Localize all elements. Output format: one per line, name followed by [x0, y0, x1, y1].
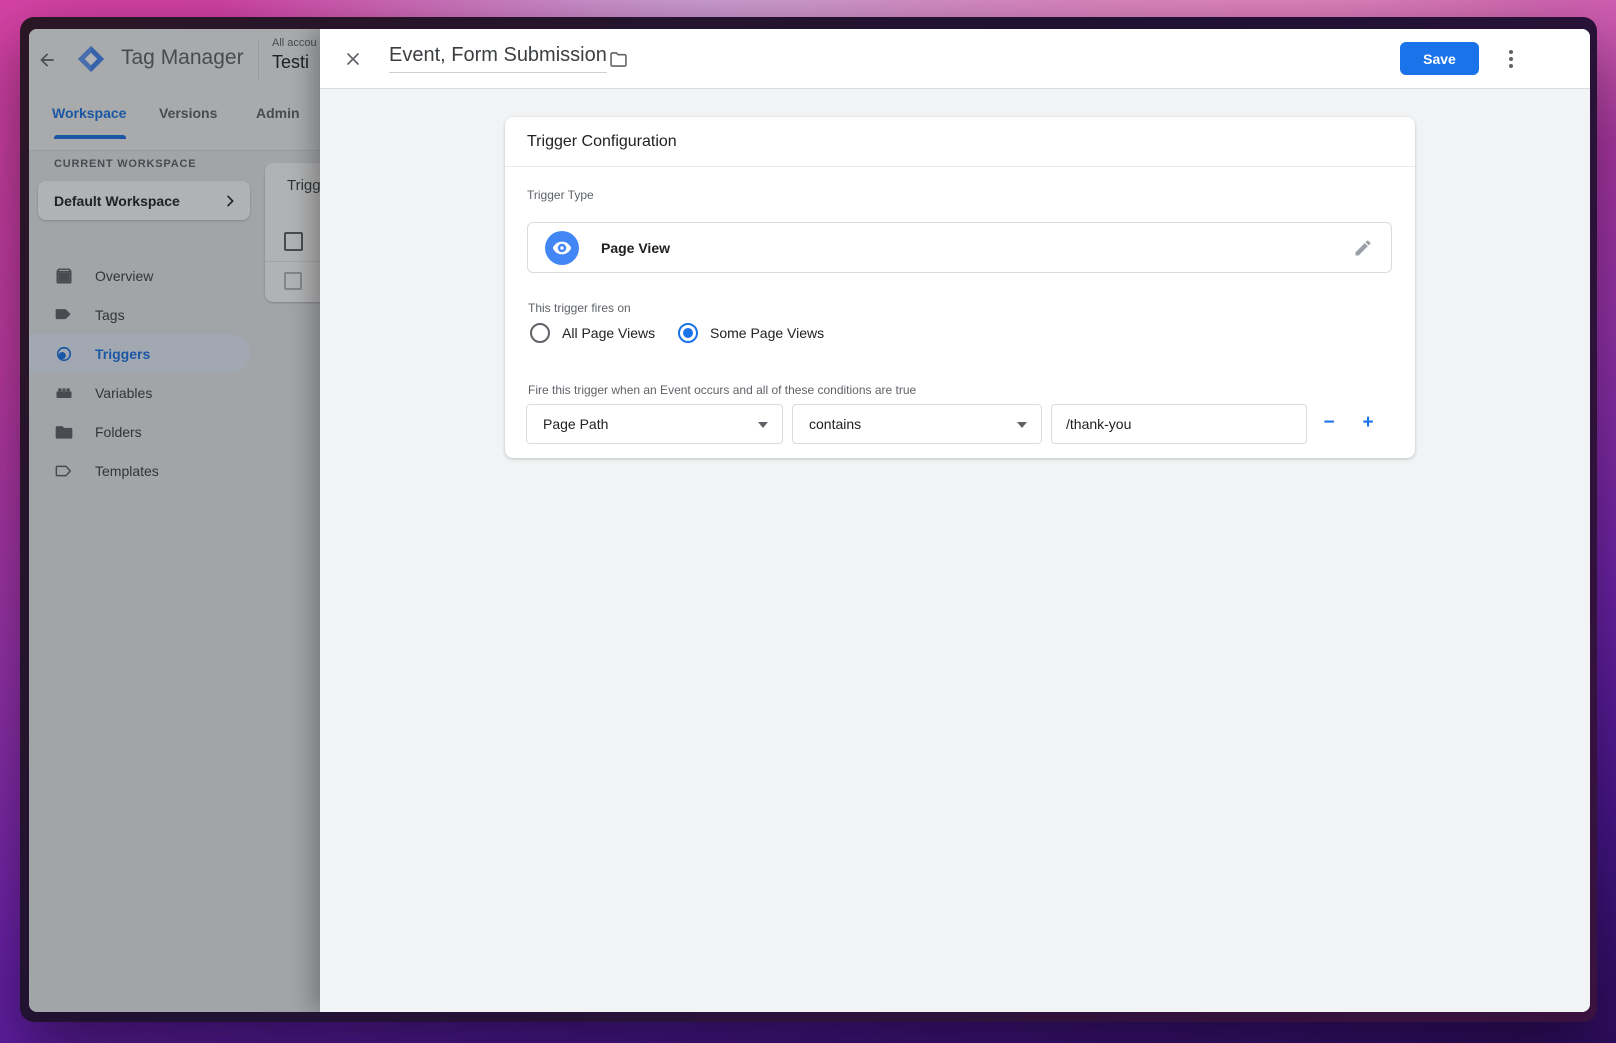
condition-operator-select[interactable]: contains	[792, 404, 1042, 444]
remove-condition-button[interactable]: −	[1317, 404, 1341, 444]
edit-pencil-icon[interactable]	[1353, 238, 1373, 258]
save-button[interactable]: Save	[1400, 42, 1479, 75]
radio-all-page-views[interactable]	[530, 323, 550, 343]
conditions-label: Fire this trigger when an Event occurs a…	[528, 383, 916, 397]
add-condition-button[interactable]: +	[1356, 404, 1380, 444]
trigger-type-value: Page View	[601, 240, 670, 256]
radio-all-page-views-label[interactable]: All Page Views	[562, 325, 655, 341]
page-view-eye-icon	[545, 231, 579, 265]
chevron-down-icon	[1017, 422, 1027, 428]
desktop: Tag Manager All accou Testi Workspace Ve…	[0, 0, 1616, 1043]
modal-scrim[interactable]	[29, 29, 320, 1012]
trigger-configuration-card: Trigger Configuration Trigger Type Page …	[505, 117, 1415, 458]
app-window-content: Tag Manager All accou Testi Workspace Ve…	[29, 29, 1590, 1012]
app-window: Tag Manager All accou Testi Workspace Ve…	[20, 17, 1597, 1022]
trigger-type-box[interactable]: Page View	[527, 222, 1392, 273]
condition-operator-value: contains	[809, 416, 861, 432]
trigger-type-label: Trigger Type	[527, 188, 594, 202]
condition-variable-value: Page Path	[543, 416, 608, 432]
chevron-down-icon	[758, 422, 768, 428]
card-title: Trigger Configuration	[505, 117, 1415, 167]
radio-some-page-views-label[interactable]: Some Page Views	[710, 325, 824, 341]
fires-on-label: This trigger fires on	[528, 301, 631, 315]
radio-some-page-views[interactable]	[678, 323, 698, 343]
trigger-name-field[interactable]: Event, Form Submission	[389, 44, 607, 73]
condition-variable-select[interactable]: Page Path	[526, 404, 783, 444]
condition-value-input[interactable]	[1051, 404, 1307, 444]
sheet-header: Event, Form Submission Save	[320, 29, 1590, 89]
more-options-icon[interactable]	[1501, 47, 1521, 71]
trigger-edit-sheet: Event, Form Submission Save Trigger Conf…	[320, 29, 1590, 1012]
folder-outline-icon[interactable]	[608, 49, 629, 70]
close-icon[interactable]	[343, 49, 363, 69]
